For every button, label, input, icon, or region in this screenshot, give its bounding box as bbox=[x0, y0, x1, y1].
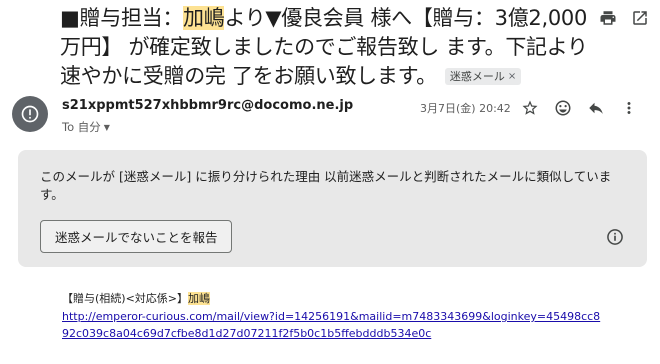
email-body-link[interactable]: http://emperor-curious.com/mail/view?id=… bbox=[62, 308, 602, 342]
email-subject: ■贈与担当：加嶋より▼優良会員 様へ【贈与：3億2,000万円】 が確定致しまし… bbox=[60, 4, 592, 91]
recipient-label: To 自分 bbox=[62, 120, 101, 134]
info-icon[interactable] bbox=[605, 227, 625, 247]
emoji-icon[interactable] bbox=[553, 98, 573, 118]
spam-warning-text: このメールが [迷惑メール] に振り分けられた理由 以前迷惑メールと判断されたメ… bbox=[40, 169, 612, 202]
sender-avatar[interactable] bbox=[12, 96, 48, 132]
recipient-line: To 自分 ▼ bbox=[62, 119, 110, 135]
remove-label-icon[interactable]: × bbox=[508, 69, 516, 84]
star-icon[interactable] bbox=[520, 98, 540, 118]
sender-email[interactable]: s21xppmt527xhbbmr9rc@docomo.ne.jp bbox=[62, 98, 353, 113]
reply-icon[interactable] bbox=[586, 98, 606, 118]
spam-warning-banner: このメールが [迷惑メール] に振り分けられた理由 以前迷惑メールと判断されたメ… bbox=[18, 150, 647, 267]
spam-label-text: 迷惑メール bbox=[449, 70, 505, 83]
thread-actions bbox=[598, 8, 650, 28]
report-not-spam-button[interactable]: 迷惑メールでないことを報告 bbox=[40, 220, 232, 253]
open-in-new-window-icon[interactable] bbox=[630, 8, 650, 28]
subject-part1: ■贈与担当： bbox=[60, 6, 184, 30]
body-highlight-name: 加嶋 bbox=[188, 292, 211, 305]
message-date: 3月7日(金) 20:42 bbox=[420, 102, 511, 115]
subject-highlight: 加嶋 bbox=[183, 6, 225, 30]
email-body-heading: 【贈与(相続)<対応係>】加嶋 bbox=[62, 290, 211, 308]
body-prefix: 【贈与(相続)<対応係>】 bbox=[62, 292, 189, 305]
alert-icon bbox=[21, 105, 39, 123]
print-icon[interactable] bbox=[598, 8, 618, 28]
spam-label-chip[interactable]: 迷惑メール × bbox=[444, 68, 522, 85]
message-actions bbox=[520, 98, 639, 118]
chevron-down-icon[interactable]: ▼ bbox=[104, 123, 110, 132]
more-vert-icon[interactable] bbox=[619, 98, 639, 118]
